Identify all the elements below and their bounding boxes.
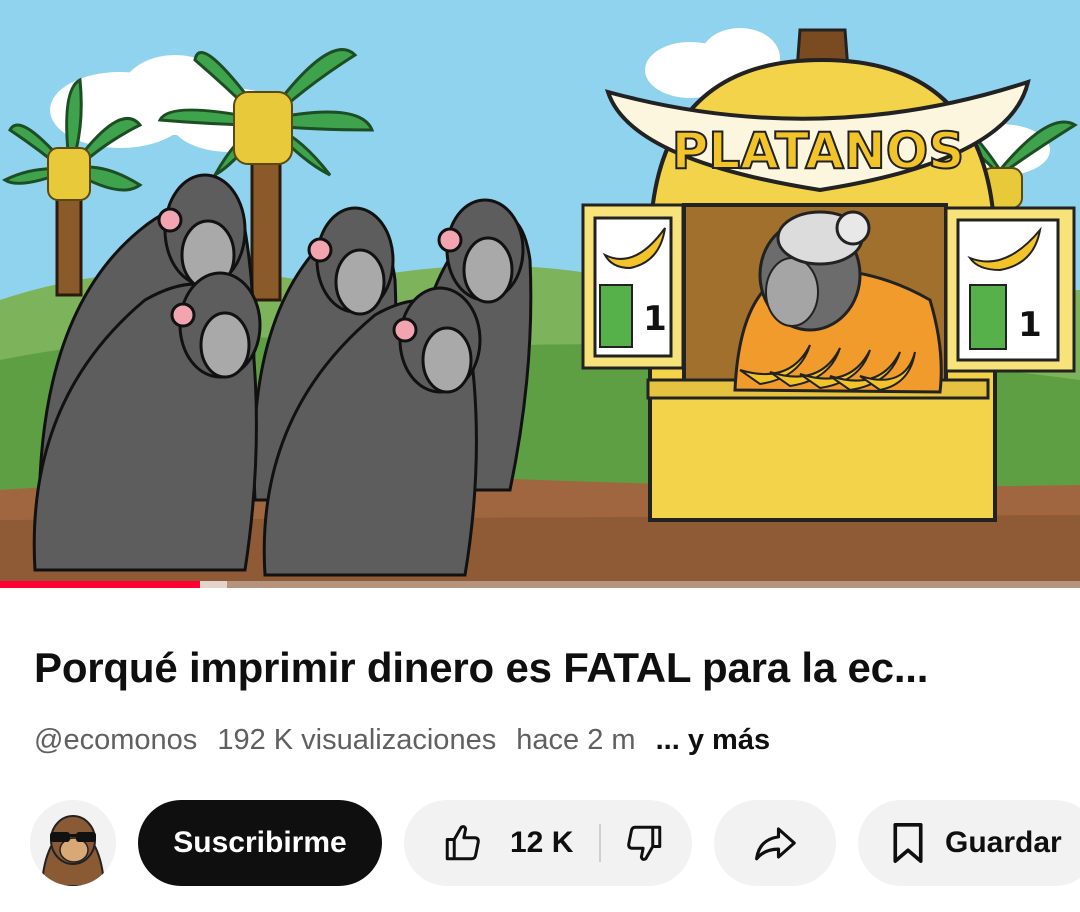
upload-age: hace 2 m [516, 724, 636, 756]
share-arrow-icon [755, 827, 796, 861]
like-button[interactable]: 12 K [404, 800, 599, 886]
progress-bar[interactable] [0, 581, 1080, 588]
save-button[interactable]: Guardar [858, 800, 1080, 886]
action-row: Suscribirme 12 K Guardar [0, 798, 1080, 888]
channel-handle[interactable]: @ecomonos [34, 724, 197, 756]
like-dislike-group: 12 K [404, 800, 692, 886]
price-left: 1 [643, 299, 667, 339]
share-button[interactable] [714, 800, 836, 886]
gorilla-avatar-icon [30, 800, 116, 886]
price-card-right: 1 [944, 206, 1076, 373]
stand-sign-text: PLATANOS [672, 122, 965, 180]
thumbs-down-icon [627, 825, 662, 861]
video-frame-illustration: PLATANOS 1 1 [0, 0, 1080, 588]
subscribe-button[interactable]: Suscribirme [138, 800, 382, 886]
video-meta-row[interactable]: @ecomonos 192 K visualizaciones hace 2 m… [34, 720, 782, 760]
save-label: Guardar [945, 826, 1062, 859]
thumbs-up-icon [445, 825, 480, 861]
progress-played [0, 581, 200, 588]
video-title[interactable]: Porqué imprimir dinero es FATAL para la … [34, 640, 1044, 696]
dislike-button[interactable] [601, 800, 692, 886]
channel-avatar[interactable] [30, 800, 116, 886]
price-right: 1 [1018, 305, 1042, 345]
price-card-left: 1 [581, 203, 685, 370]
view-count: 192 K visualizaciones [217, 724, 497, 756]
bookmark-icon [893, 822, 923, 863]
more-description-link[interactable]: ... y más [656, 724, 770, 756]
like-count: 12 K [510, 826, 574, 859]
video-player[interactable]: PLATANOS 1 1 [0, 0, 1080, 588]
